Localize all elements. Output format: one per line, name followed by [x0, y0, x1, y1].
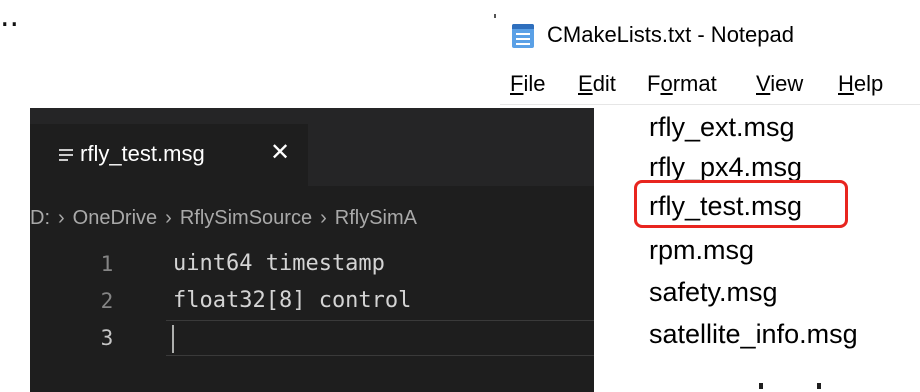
- code-text[interactable]: uint64 timestamp: [173, 246, 385, 282]
- breadcrumb-rflysima[interactable]: RflySimA: [335, 205, 417, 231]
- text-cursor: [172, 325, 174, 353]
- breadcrumb: D: › OneDrive › RflySimSource › RflySimA: [30, 205, 417, 231]
- breadcrumb-separator: ›: [165, 207, 172, 229]
- breadcrumb-onedrive[interactable]: OneDrive: [73, 205, 157, 231]
- menu-bar: File Edit Format View Help: [500, 64, 920, 105]
- line-number: 3: [100, 326, 114, 350]
- text-line[interactable]: rfly_ext.msg: [649, 110, 795, 144]
- text-line[interactable]: satellite_info.msg: [649, 317, 858, 351]
- breadcrumb-drive[interactable]: D:: [30, 205, 50, 231]
- text-line[interactable]: rfly_px4.msg: [649, 150, 802, 184]
- clipped-text-line: [759, 383, 821, 392]
- stray-mark: [494, 14, 496, 18]
- line-number: 1: [100, 252, 114, 276]
- menu-file[interactable]: File: [510, 70, 545, 98]
- menu-view[interactable]: View: [756, 70, 803, 98]
- tab-filename: rfly_test.msg: [80, 141, 205, 166]
- red-highlight-box: [634, 180, 848, 228]
- text-line[interactable]: rpm.msg: [649, 233, 754, 267]
- notepad-window: CMakeLists.txt - Notepad File Edit Forma…: [500, 0, 920, 392]
- window-title: CMakeLists.txt - Notepad: [547, 22, 794, 47]
- breadcrumb-rflysimsource[interactable]: RflySimSource: [180, 205, 312, 231]
- notepad-text-area[interactable]: rfly_ext.msg rfly_px4.msg rfly_test.msg …: [500, 104, 920, 392]
- line-number: 2: [100, 289, 114, 313]
- menu-format[interactable]: Format: [647, 70, 717, 98]
- list-icon: [59, 149, 73, 161]
- code-text[interactable]: float32[8] control: [173, 283, 411, 319]
- stray-dots: ..: [0, 0, 20, 34]
- editor-tab-rfly-test[interactable]: rfly_test.msg ✕: [30, 124, 308, 186]
- menu-help[interactable]: Help: [838, 70, 883, 98]
- menu-edit[interactable]: Edit: [578, 70, 616, 98]
- breadcrumb-separator: ›: [320, 207, 327, 229]
- notepad-icon: [512, 24, 534, 48]
- close-icon[interactable]: ✕: [266, 137, 294, 167]
- text-line[interactable]: safety.msg: [649, 275, 778, 309]
- notepad-title-bar: CMakeLists.txt - Notepad: [500, 12, 920, 56]
- breadcrumb-separator: ›: [58, 207, 65, 229]
